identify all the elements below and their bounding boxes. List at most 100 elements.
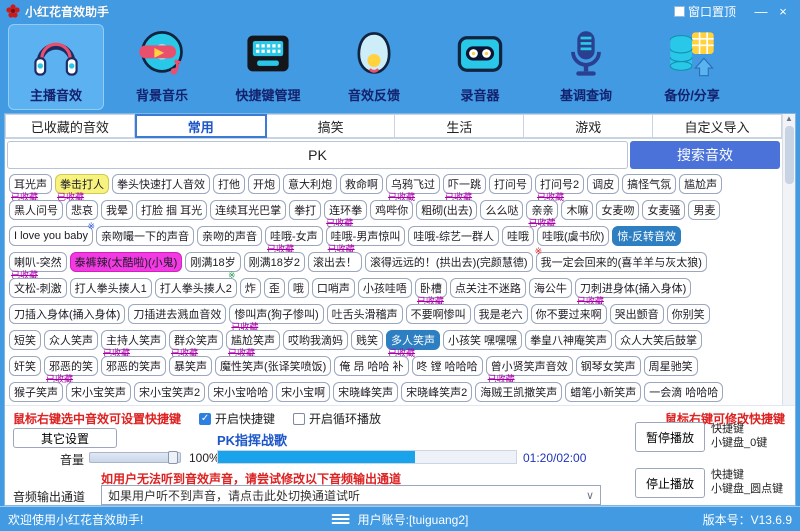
sound-button[interactable]: 哦 <box>287 278 309 298</box>
sound-button[interactable]: 俺 昂 哈哈 补 <box>334 356 409 376</box>
sound-button[interactable]: 亲吻的声音 <box>197 226 262 246</box>
sound-button[interactable]: 连环拳 已收藏 <box>324 200 368 228</box>
sound-button[interactable]: 连续耳光巴掌 <box>210 200 287 220</box>
sound-button[interactable]: 女麦吻 <box>596 200 640 220</box>
sound-button[interactable]: 拳皇八神庵笑声 <box>525 330 613 350</box>
sound-button[interactable]: 一会滴 哈哈哈 <box>644 382 724 402</box>
sound-button[interactable]: 邪恶的笑声 <box>101 356 166 376</box>
sound-button[interactable]: 哇哦(虞书欣) <box>537 226 610 246</box>
sound-button[interactable]: 拳打 <box>289 200 322 220</box>
sound-button[interactable]: 钢琴女笑声 <box>575 356 641 376</box>
sound-button[interactable]: 调皮 <box>587 174 620 194</box>
sound-button[interactable]: 女麦骚 <box>642 200 686 220</box>
sound-button[interactable]: 尴尬声 <box>679 174 723 194</box>
toolbar-item-background-music[interactable]: 背景音乐 <box>114 24 210 110</box>
sound-button[interactable]: 我晕 <box>101 200 133 220</box>
sound-button[interactable]: 滚得远远的！(拱出去)(完颜慧德) <box>364 252 533 272</box>
tab-life[interactable]: 生活 <box>395 114 525 138</box>
output-channel-select[interactable]: 如果用户听不到声音，请点击此处切换通道试听 ∨ <box>101 485 601 505</box>
sound-button[interactable]: 宋小宝笑声 <box>66 382 131 402</box>
sound-button[interactable]: 哇哦-综艺一群人 <box>408 226 500 246</box>
sound-button[interactable]: 拳头快速打人音效 <box>112 174 210 194</box>
enable-hotkey-checkbox[interactable]: ✓ 开启快捷键 <box>199 410 275 427</box>
sound-button[interactable]: 打人拳头揍人2 <box>154 278 237 298</box>
sound-button[interactable]: 魔性笑声(张译笑喷饭) <box>215 356 332 376</box>
sound-button[interactable]: 我是老六 <box>473 304 528 324</box>
sound-button[interactable]: 海公牛 <box>528 278 572 298</box>
sound-button[interactable]: 救命啊 <box>340 174 383 194</box>
minimize-button[interactable]: — <box>750 4 772 19</box>
sound-button[interactable]: 宋晓峰笑声2 <box>401 382 473 402</box>
sound-button[interactable]: 哭出颤音 <box>609 304 664 324</box>
sound-button[interactable]: 鸡哔你 <box>370 200 414 220</box>
sound-button[interactable]: 宋小宝哈哈 <box>208 382 274 402</box>
sound-button[interactable]: 惊-反转音效 <box>612 226 682 246</box>
other-settings-button[interactable]: 其它设置 <box>13 428 117 448</box>
sound-button[interactable]: 耳光声 已收藏 <box>9 174 52 202</box>
sound-button[interactable]: 贱笑 <box>351 330 383 350</box>
sound-button[interactable]: 亲吻嘬一下的声音 <box>96 226 194 246</box>
sound-button[interactable]: 刚满18岁2 <box>243 252 305 272</box>
tab-custom-import[interactable]: 自定义导入 <box>653 114 782 138</box>
sound-button[interactable]: 粗砌(出去) <box>416 200 478 220</box>
sound-button[interactable]: 你别笑 <box>666 304 710 324</box>
scroll-up-icon[interactable]: ▲ <box>785 114 793 124</box>
sound-button[interactable]: 口哨声 <box>311 278 355 298</box>
sound-button[interactable]: 蜡笔小新笑声 <box>565 382 642 402</box>
sound-button[interactable]: 多人笑声 已收藏 <box>386 330 440 358</box>
menu-icon[interactable] <box>331 514 350 524</box>
sound-button[interactable]: 刚满18岁 ※ <box>185 252 241 280</box>
sound-button[interactable]: 开炮 <box>248 174 280 194</box>
sound-button[interactable]: 众人笑声 <box>44 330 98 350</box>
toolbar-item-anchor-sounds[interactable]: 主播音效 <box>8 24 104 110</box>
sound-button[interactable]: 咚 镗 哈哈哈 <box>411 356 483 376</box>
sound-button[interactable]: 哇哦 <box>502 226 535 246</box>
toolbar-item-recorder[interactable]: 录音器 <box>432 24 528 110</box>
sound-button[interactable]: 海贼王凯撒笑声 <box>475 382 563 402</box>
sound-button[interactable]: 搞怪气氛 <box>622 174 677 194</box>
sound-button[interactable]: 哇哦-男声惊叫 已收藏 <box>325 226 406 254</box>
sound-button[interactable]: 刀插入身体(捅入身体) <box>9 304 126 324</box>
sound-button[interactable]: 歪 <box>263 278 285 298</box>
sound-button[interactable]: 周星驰笑 <box>643 356 698 376</box>
sound-button[interactable]: 我一定会回来的(喜羊羊与灰太狼) ※ <box>535 247 707 272</box>
checkbox-unchecked-icon[interactable] <box>293 412 306 425</box>
volume-slider[interactable] <box>89 451 181 464</box>
sound-button[interactable]: 主持人笑声 已收藏 <box>101 330 166 358</box>
sound-button[interactable]: 意大利炮 <box>283 174 337 194</box>
checkbox-checked-icon[interactable]: ✓ <box>199 412 212 425</box>
sound-button[interactable]: 猴子笑声 <box>9 382 63 402</box>
search-input[interactable] <box>7 141 628 169</box>
sound-button[interactable]: 小孩哇唔 <box>357 278 412 298</box>
sound-button[interactable]: 刀插进去溅血音效 <box>128 304 227 324</box>
sound-button[interactable]: 炸 <box>239 278 261 298</box>
sound-button[interactable]: 宋晓峰笑声 <box>333 382 399 402</box>
tab-favorited-sounds[interactable]: 已收藏的音效 <box>5 114 135 138</box>
sound-button[interactable]: 卧槽 已收藏 <box>414 278 447 306</box>
sound-button[interactable]: 木嘛 <box>561 200 594 220</box>
sound-button[interactable]: 曾小贤笑声音效 已收藏 <box>485 356 573 384</box>
sound-button[interactable]: 黑人问号 <box>9 200 63 220</box>
sound-button[interactable]: 小孩笑 嘿嘿嘿 <box>443 330 523 350</box>
sound-button[interactable]: 尴尬笑声 已收藏 <box>226 330 280 358</box>
sound-button[interactable]: 打脸 掴 耳光 <box>136 200 208 220</box>
volume-slider-handle[interactable] <box>168 451 178 464</box>
sound-button[interactable]: 吓一跳 已收藏 <box>443 174 486 202</box>
loop-play-checkbox[interactable]: 开启循环播放 <box>293 410 381 427</box>
pin-checkbox[interactable] <box>673 5 685 17</box>
close-button[interactable]: × <box>772 4 794 19</box>
sound-button[interactable]: 奸笑 <box>9 356 41 376</box>
toolbar-item-pitch-query[interactable]: 基调查询 <box>538 24 634 110</box>
sound-button[interactable]: 文松-刺激 <box>9 278 67 298</box>
sound-button[interactable]: 宋小宝笑声2 <box>134 382 206 402</box>
tab-funny[interactable]: 搞笑 <box>266 114 396 138</box>
sound-button[interactable]: 短笑 <box>9 330 41 350</box>
pause-button[interactable]: 暂停播放 <box>635 422 705 452</box>
stop-button[interactable]: 停止播放 <box>635 468 705 498</box>
sound-button[interactable]: 喇叭-突然 已收藏 <box>9 252 67 280</box>
sound-button[interactable]: 滚出去！ <box>307 252 362 272</box>
sound-button[interactable]: 么么哒 <box>480 200 524 220</box>
sound-button[interactable]: 悲哀 <box>66 200 98 220</box>
tab-common[interactable]: 常用 <box>134 114 267 138</box>
sound-button[interactable]: 打人拳头揍人1 <box>69 278 152 298</box>
